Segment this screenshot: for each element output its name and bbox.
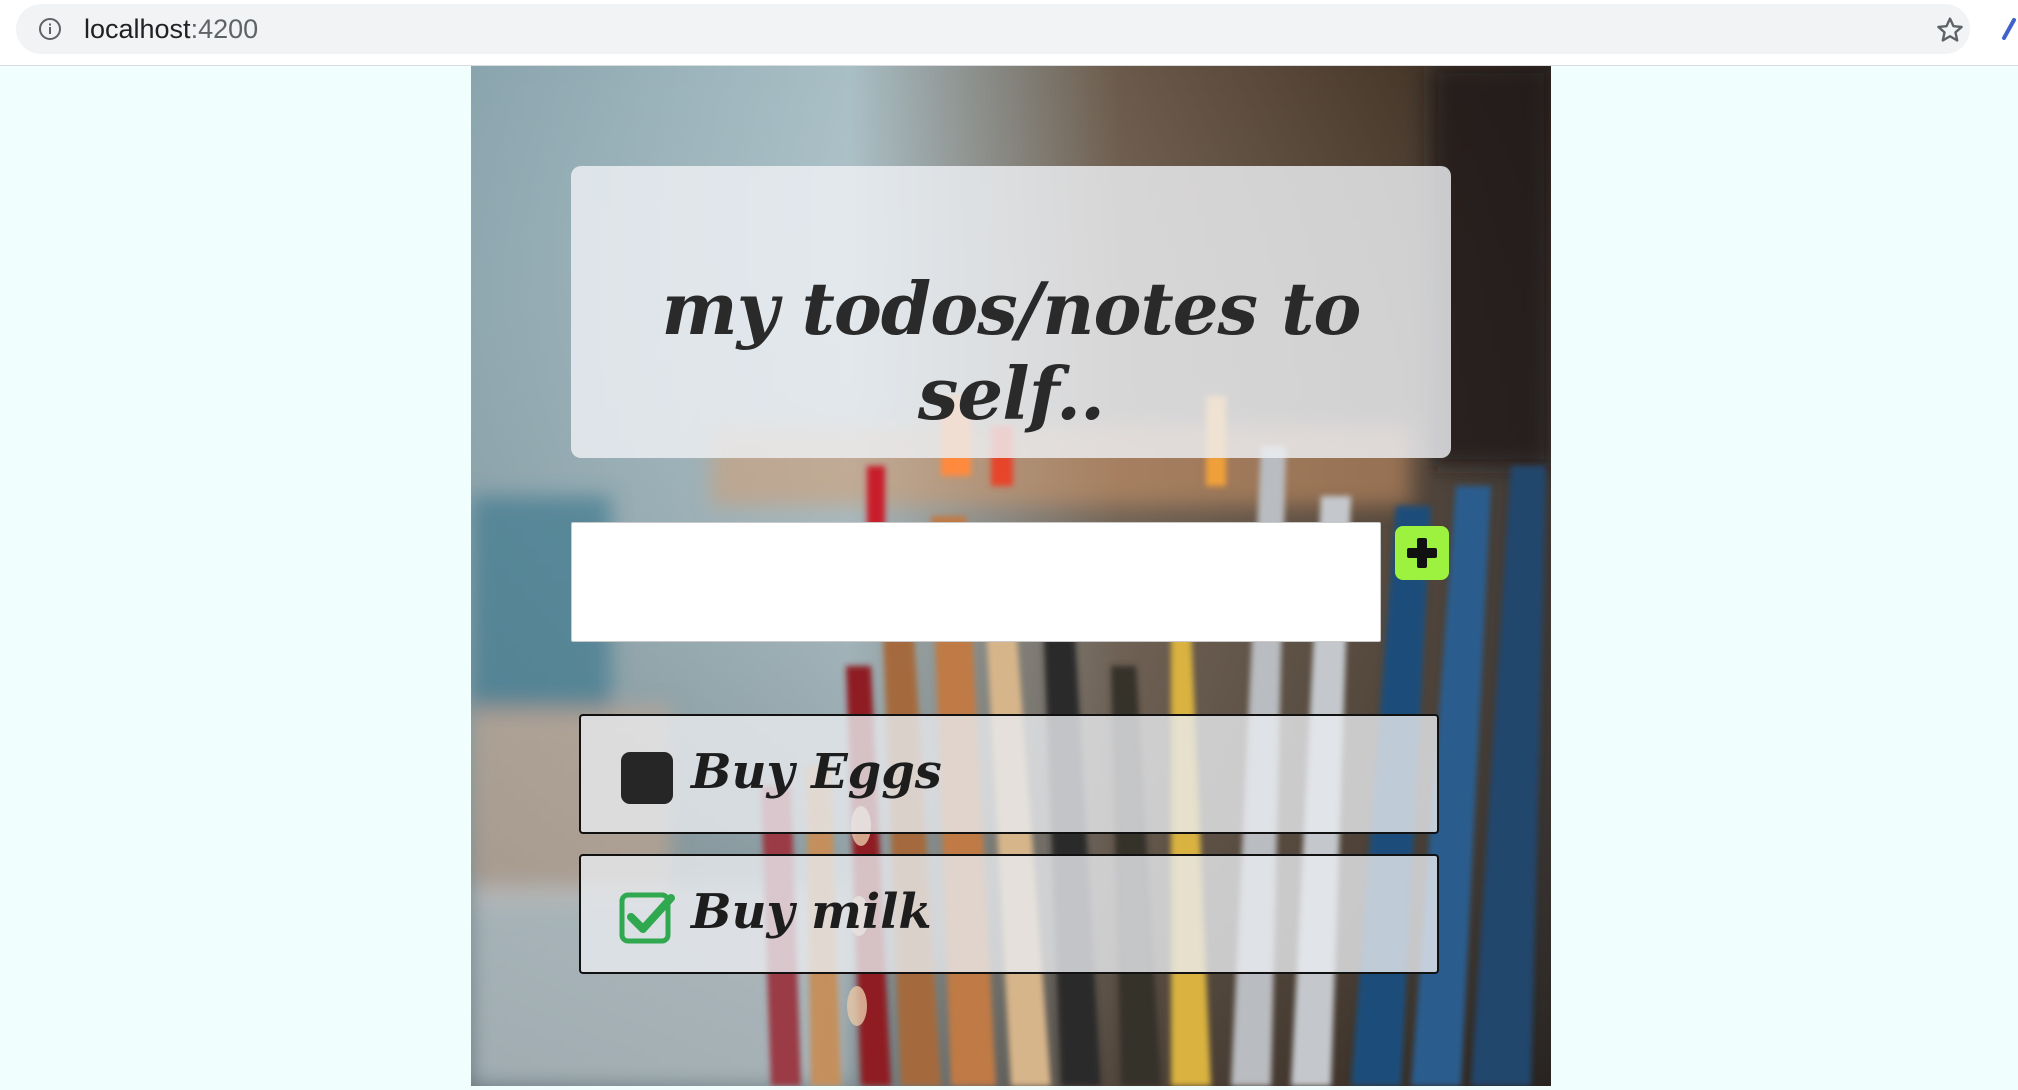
add-todo-button[interactable] xyxy=(1395,526,1449,580)
todo-label: Buy Eggs xyxy=(691,744,942,800)
todo-item[interactable]: Buy Eggs xyxy=(579,714,1439,834)
todo-app-panel: my todos/notes to self.. Buy Eggs Buy mi… xyxy=(471,66,1551,1086)
todo-item[interactable]: Buy milk xyxy=(579,854,1439,974)
browser-toolbar: localhost:4200 xyxy=(0,0,2018,66)
new-todo-input[interactable] xyxy=(571,522,1381,642)
todo-label: Buy milk xyxy=(691,884,932,940)
checkbox-checked-icon[interactable] xyxy=(619,890,675,946)
address-bar[interactable]: localhost:4200 xyxy=(16,4,1970,54)
address-url[interactable]: localhost:4200 xyxy=(84,14,258,44)
url-port: :4200 xyxy=(190,14,259,44)
plus-icon xyxy=(1407,538,1437,568)
app-title: my todos/notes to self.. xyxy=(661,266,1362,436)
star-icon[interactable] xyxy=(1934,14,1966,46)
url-host: localhost xyxy=(84,14,191,44)
info-icon[interactable] xyxy=(38,17,62,41)
checkbox-unchecked[interactable] xyxy=(619,750,675,806)
title-card: my todos/notes to self.. xyxy=(571,166,1451,458)
extension-icon[interactable] xyxy=(2000,14,2018,42)
